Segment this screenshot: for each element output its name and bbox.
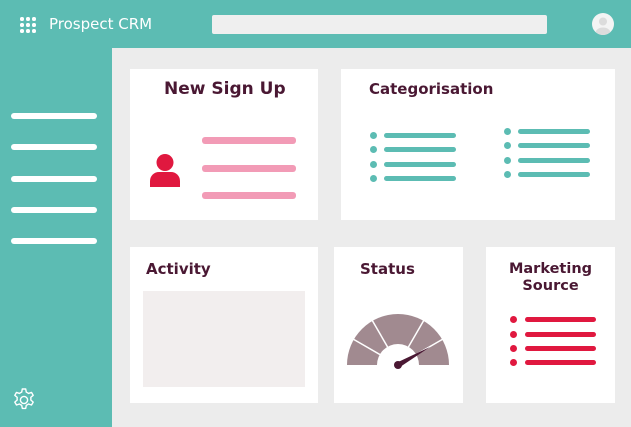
bullet-dot bbox=[370, 132, 377, 139]
grid-dots-icon[interactable] bbox=[20, 17, 36, 33]
bullet-dot bbox=[510, 316, 517, 323]
list-line bbox=[384, 133, 456, 138]
sidebar-item-3[interactable] bbox=[11, 176, 97, 182]
bullet-dot bbox=[504, 171, 511, 178]
person-icon bbox=[149, 153, 181, 187]
list-line bbox=[525, 332, 596, 337]
dashboard: New Sign Up Categorisation Activity Stat… bbox=[112, 48, 631, 427]
list-line bbox=[518, 129, 590, 134]
card-status[interactable]: Status bbox=[334, 247, 463, 403]
card-title-line2: Source bbox=[522, 278, 579, 294]
list-line bbox=[525, 346, 596, 351]
bullet-dot bbox=[504, 142, 511, 149]
bullet-dot bbox=[510, 359, 517, 366]
list-line bbox=[384, 176, 456, 181]
app-title: Prospect CRM bbox=[49, 15, 153, 33]
card-title-line1: Marketing bbox=[508, 261, 593, 277]
sidebar-item-5[interactable] bbox=[11, 238, 97, 244]
card-marketing-source[interactable]: Marketing Source bbox=[486, 247, 615, 403]
list-line bbox=[518, 143, 590, 148]
list-line bbox=[202, 137, 296, 144]
bullet-dot bbox=[370, 161, 377, 168]
card-categorisation[interactable]: Categorisation bbox=[341, 69, 615, 220]
gauge-icon bbox=[344, 309, 452, 369]
card-title: Status bbox=[360, 260, 415, 278]
bullet-dot bbox=[510, 331, 517, 338]
bullet-dot bbox=[370, 175, 377, 182]
list-line bbox=[525, 360, 596, 365]
card-title: Categorisation bbox=[369, 80, 494, 98]
card-title: New Sign Up bbox=[164, 79, 286, 99]
card-activity[interactable]: Activity bbox=[130, 247, 318, 403]
user-avatar-icon[interactable] bbox=[592, 13, 614, 35]
search-input[interactable] bbox=[212, 15, 547, 34]
card-new-sign-up[interactable]: New Sign Up bbox=[130, 69, 318, 220]
card-title: Activity bbox=[146, 260, 211, 278]
list-line bbox=[202, 165, 296, 172]
bullet-dot bbox=[510, 345, 517, 352]
list-line bbox=[202, 192, 296, 199]
bullet-dot bbox=[504, 128, 511, 135]
gear-icon[interactable] bbox=[10, 386, 38, 414]
activity-panel bbox=[143, 291, 305, 387]
bullet-dot bbox=[504, 157, 511, 164]
list-line bbox=[518, 158, 590, 163]
sidebar-item-4[interactable] bbox=[11, 207, 97, 213]
sidebar-item-1[interactable] bbox=[11, 113, 97, 119]
sidebar-item-2[interactable] bbox=[11, 144, 97, 150]
list-line bbox=[518, 172, 590, 177]
list-line bbox=[384, 162, 456, 167]
top-bar: Prospect CRM bbox=[0, 0, 631, 48]
list-line bbox=[525, 317, 596, 322]
sidebar bbox=[0, 48, 112, 427]
card-title-block: Marketing Source bbox=[486, 261, 615, 295]
bullet-dot bbox=[370, 146, 377, 153]
list-line bbox=[384, 147, 456, 152]
